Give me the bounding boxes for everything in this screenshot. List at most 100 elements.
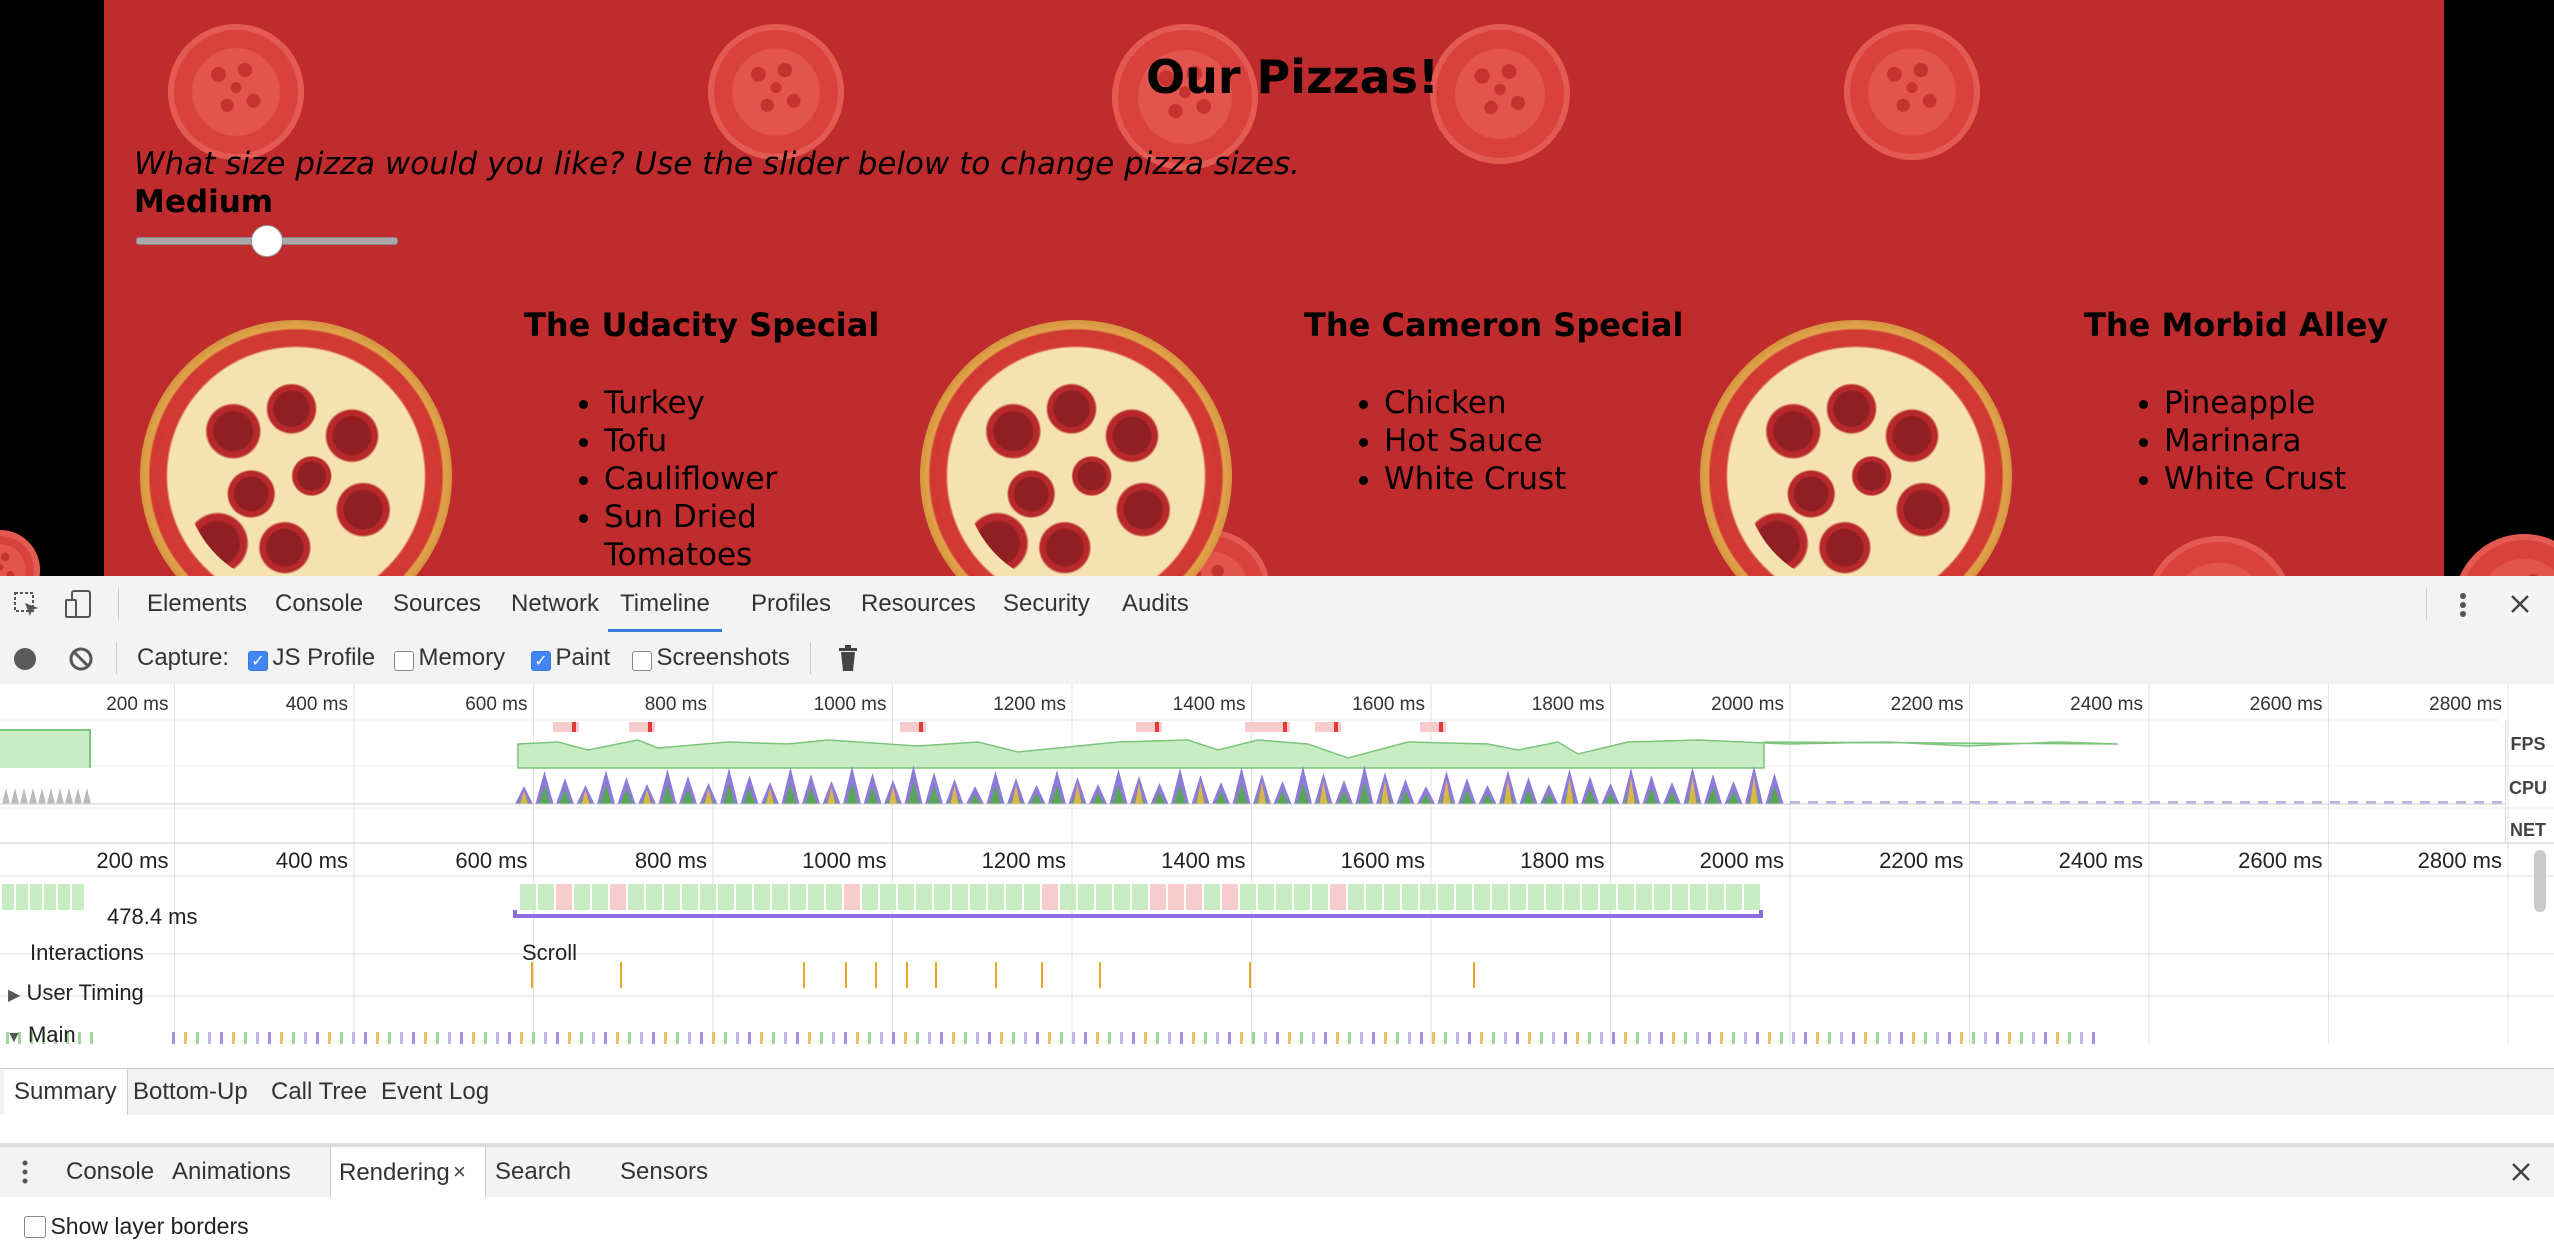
main-thread-event[interactable]: [1648, 1032, 1651, 1044]
main-thread-event[interactable]: [1744, 1032, 1747, 1044]
drawer-tab-console[interactable]: Console: [66, 1149, 154, 1195]
flame-scrollbar[interactable]: [2534, 850, 2546, 912]
frame-block[interactable]: [808, 884, 824, 910]
tab-timeline[interactable]: Timeline: [608, 576, 722, 632]
main-thread-event[interactable]: [1180, 1032, 1183, 1044]
main-thread-event[interactable]: [280, 1032, 283, 1044]
capture-screenshots[interactable]: Screenshots: [632, 644, 790, 672]
main-thread-event[interactable]: [1276, 1032, 1279, 1044]
tab-summary[interactable]: Summary: [4, 1069, 128, 1115]
main-thread-event[interactable]: [2044, 1032, 2047, 1044]
frame-block[interactable]: [1096, 884, 1112, 910]
checkbox-unchecked-icon[interactable]: [394, 650, 414, 671]
frame-block[interactable]: [1204, 884, 1220, 910]
main-thread-event[interactable]: [340, 1032, 343, 1044]
main-thread-event[interactable]: [2008, 1032, 2011, 1044]
frame-block[interactable]: [1006, 884, 1022, 910]
main-thread-event[interactable]: [1132, 1032, 1135, 1044]
main-thread-event[interactable]: [1972, 1032, 1975, 1044]
main-thread-event[interactable]: [1996, 1032, 1999, 1044]
main-thread-event[interactable]: [1900, 1032, 1903, 1044]
frame-block[interactable]: [772, 884, 788, 910]
frame-block[interactable]: [1636, 884, 1652, 910]
close-devtools-icon[interactable]: [2508, 592, 2532, 616]
collapse-arrow-icon[interactable]: ▼: [6, 1029, 22, 1046]
main-thread-event[interactable]: [1960, 1032, 1963, 1044]
frame-block[interactable]: [1546, 884, 1562, 910]
main-thread-event[interactable]: [760, 1032, 763, 1044]
frame-block[interactable]: [1348, 884, 1364, 910]
main-thread-event[interactable]: [1696, 1032, 1699, 1044]
frame-block[interactable]: [1276, 884, 1292, 910]
main-thread-event[interactable]: [1216, 1032, 1219, 1044]
main-thread-event[interactable]: [1948, 1032, 1951, 1044]
main-thread-event[interactable]: [820, 1032, 823, 1044]
main-thread-event[interactable]: [1816, 1032, 1819, 1044]
main-thread-event[interactable]: [1984, 1032, 1987, 1044]
main-thread-event[interactable]: [832, 1032, 835, 1044]
tab-resources[interactable]: Resources: [861, 576, 976, 632]
main-thread-event[interactable]: [90, 1032, 93, 1044]
main-thread-event[interactable]: [1492, 1032, 1495, 1044]
frame-block[interactable]: [1474, 884, 1490, 910]
main-thread-event[interactable]: [1252, 1032, 1255, 1044]
main-thread-event[interactable]: [1564, 1032, 1567, 1044]
tab-network[interactable]: Network: [511, 576, 599, 632]
frame-block[interactable]: [1528, 884, 1544, 910]
frame-block[interactable]: [1150, 884, 1166, 910]
main-thread-event[interactable]: [1348, 1032, 1351, 1044]
frame-block[interactable]: [1582, 884, 1598, 910]
main-thread-event[interactable]: [904, 1032, 907, 1044]
frame-block[interactable]: [1384, 884, 1400, 910]
main-thread-event[interactable]: [1240, 1032, 1243, 1044]
record-icon[interactable]: [12, 646, 38, 672]
main-thread-event[interactable]: [1528, 1032, 1531, 1044]
main-thread-event[interactable]: [652, 1032, 655, 1044]
main-thread-event[interactable]: [496, 1032, 499, 1044]
main-thread-event[interactable]: [1048, 1032, 1051, 1044]
checkbox-checked-icon[interactable]: ✓: [248, 650, 268, 671]
main-thread-event[interactable]: [520, 1032, 523, 1044]
main-thread-event[interactable]: [1300, 1032, 1303, 1044]
main-thread-event[interactable]: [412, 1032, 415, 1044]
main-thread-event[interactable]: [688, 1032, 691, 1044]
main-thread-event[interactable]: [964, 1032, 967, 1044]
main-thread-event[interactable]: [1072, 1032, 1075, 1044]
frame-block[interactable]: [736, 884, 752, 910]
frame-block[interactable]: [1456, 884, 1472, 910]
main-thread-event[interactable]: [604, 1032, 607, 1044]
checkbox-checked-icon[interactable]: ✓: [531, 650, 551, 671]
tab-elements[interactable]: Elements: [147, 576, 247, 632]
frame-block[interactable]: [646, 884, 662, 910]
tab-sources[interactable]: Sources: [393, 576, 481, 632]
main-thread-event[interactable]: [1576, 1032, 1579, 1044]
tab-console[interactable]: Console: [275, 576, 363, 632]
frame-block[interactable]: [72, 884, 84, 910]
main-thread-event[interactable]: [1672, 1032, 1675, 1044]
main-thread-event[interactable]: [1168, 1032, 1171, 1044]
main-thread-event[interactable]: [484, 1032, 487, 1044]
frame-block[interactable]: [916, 884, 932, 910]
main-thread-event[interactable]: [1084, 1032, 1087, 1044]
frame-block[interactable]: [2, 884, 14, 910]
frame-block[interactable]: [1042, 884, 1058, 910]
trash-icon[interactable]: [836, 644, 860, 672]
main-thread-event[interactable]: [724, 1032, 727, 1044]
main-thread-event[interactable]: [844, 1032, 847, 1044]
main-thread-event[interactable]: [2068, 1032, 2071, 1044]
tab-profiles[interactable]: Profiles: [751, 576, 831, 632]
frame-block[interactable]: [610, 884, 626, 910]
frame-block[interactable]: [1366, 884, 1382, 910]
main-thread-event[interactable]: [256, 1032, 259, 1044]
frame-block[interactable]: [1600, 884, 1616, 910]
frame-block[interactable]: [44, 884, 56, 910]
main-thread-event[interactable]: [304, 1032, 307, 1044]
main-thread-event[interactable]: [1708, 1032, 1711, 1044]
main-thread-event[interactable]: [1408, 1032, 1411, 1044]
main-thread-event[interactable]: [796, 1032, 799, 1044]
main-thread-event[interactable]: [268, 1032, 271, 1044]
drawer-menu-icon[interactable]: [20, 1157, 30, 1187]
main-thread-event[interactable]: [1600, 1032, 1603, 1044]
frame-block[interactable]: [1438, 884, 1454, 910]
main-thread-event[interactable]: [544, 1032, 547, 1044]
